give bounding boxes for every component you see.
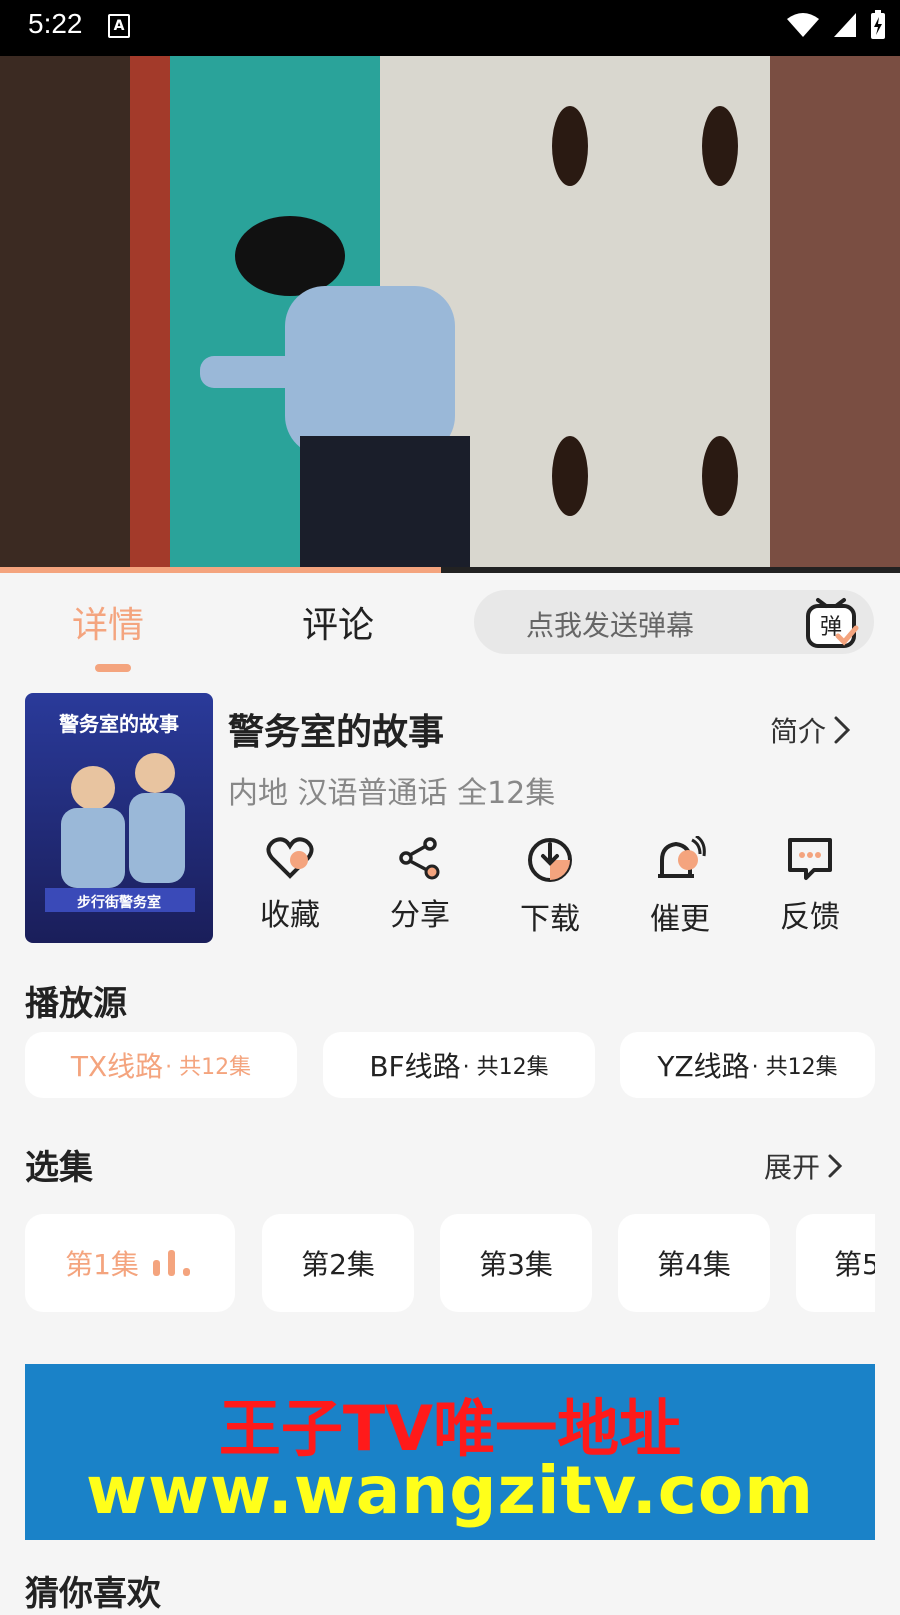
source-name: YZ线路 (657, 1050, 750, 1083)
video-player[interactable] (0, 56, 900, 570)
episode-2[interactable]: 第2集 (262, 1214, 414, 1312)
source-count: · 共12集 (462, 1055, 549, 1080)
episode-5[interactable]: 第5 (796, 1214, 875, 1312)
source-chip-yz[interactable]: YZ线路 · 共12集 (620, 1032, 875, 1098)
expand-episodes-link[interactable]: 展开 (764, 1146, 844, 1186)
share-button[interactable]: 分享 (365, 836, 475, 934)
ad-line2: www.wangzitv.com (85, 1452, 815, 1529)
danmaku-placeholder: 点我发送弹幕 (526, 609, 695, 642)
status-bar: 5:22 A (0, 0, 900, 56)
tab-detail[interactable]: 详情 (72, 596, 144, 648)
episode-label: 第4集 (657, 1248, 731, 1281)
intro-label: 简介 (770, 715, 827, 748)
chevron-right-icon (828, 1154, 843, 1178)
download-button[interactable]: 下载 (495, 836, 605, 938)
episodes-title: 选集 (25, 1148, 93, 1188)
feedback-label: 反馈 (780, 900, 840, 935)
heart-icon (266, 837, 314, 879)
poster-title: 警务室的故事 (59, 712, 179, 736)
episode-label: 第5 (834, 1248, 875, 1281)
favorite-button[interactable]: 收藏 (235, 836, 345, 934)
show-title: 警务室的故事 (228, 712, 445, 753)
battery-icon (871, 10, 885, 39)
intro-link[interactable]: 简介 (770, 710, 852, 750)
ad-banner[interactable]: 王子TV唯一地址 www.wangzitv.com (25, 1364, 875, 1540)
favorite-label: 收藏 (260, 898, 320, 933)
sources-title: 播放源 (25, 984, 127, 1024)
episode-label: 第1集 (65, 1248, 139, 1281)
share-icon (399, 837, 440, 880)
tab-indicator (95, 664, 131, 672)
video-progress-fill (0, 567, 441, 573)
poster-subtitle: 步行街警务室 (77, 894, 161, 911)
playing-bars-icon (152, 1250, 190, 1276)
recommend-title: 猜你喜欢 (25, 1574, 161, 1614)
source-chip-tx[interactable]: TX线路 · 共12集 (25, 1032, 297, 1098)
notification-icon: A (108, 14, 130, 38)
show-meta: 内地 汉语普通话 全12集 (228, 776, 556, 811)
source-name: BF线路 (369, 1050, 461, 1083)
episode-3[interactable]: 第3集 (440, 1214, 592, 1312)
video-frame-image (0, 56, 900, 570)
source-chip-bf[interactable]: BF线路 · 共12集 (323, 1032, 595, 1098)
remind-update-button[interactable]: 催更 (625, 836, 735, 938)
download-label: 下载 (520, 902, 580, 937)
danmaku-input[interactable]: 点我发送弹幕 弹 (474, 590, 874, 654)
remind-update-label: 催更 (650, 902, 710, 937)
source-name: TX线路 (70, 1050, 164, 1083)
episode-label: 第2集 (301, 1248, 375, 1281)
source-count: · 共12集 (165, 1055, 252, 1080)
chevron-right-icon (834, 716, 851, 744)
source-count: · 共12集 (751, 1055, 838, 1080)
signal-icon (834, 13, 856, 37)
download-icon (528, 838, 572, 882)
episode-label: 第3集 (479, 1248, 553, 1281)
status-time: 5:22 (28, 8, 83, 39)
share-label: 分享 (390, 898, 450, 933)
wifi-icon (787, 13, 819, 37)
danmaku-icon[interactable]: 弹 (804, 596, 860, 650)
episode-1[interactable]: 第1集 (25, 1214, 235, 1312)
episode-4[interactable]: 第4集 (618, 1214, 770, 1312)
status-icons (786, 10, 886, 40)
show-poster[interactable]: 警务室的故事 步行街警务室 (25, 693, 213, 943)
tab-comments[interactable]: 评论 (302, 596, 374, 648)
expand-label: 展开 (764, 1151, 821, 1184)
bell-icon (658, 836, 706, 878)
feedback-button[interactable]: 反馈 (755, 836, 865, 936)
poster-image: 警务室的故事 步行街警务室 (25, 693, 213, 943)
feedback-icon (788, 838, 832, 880)
